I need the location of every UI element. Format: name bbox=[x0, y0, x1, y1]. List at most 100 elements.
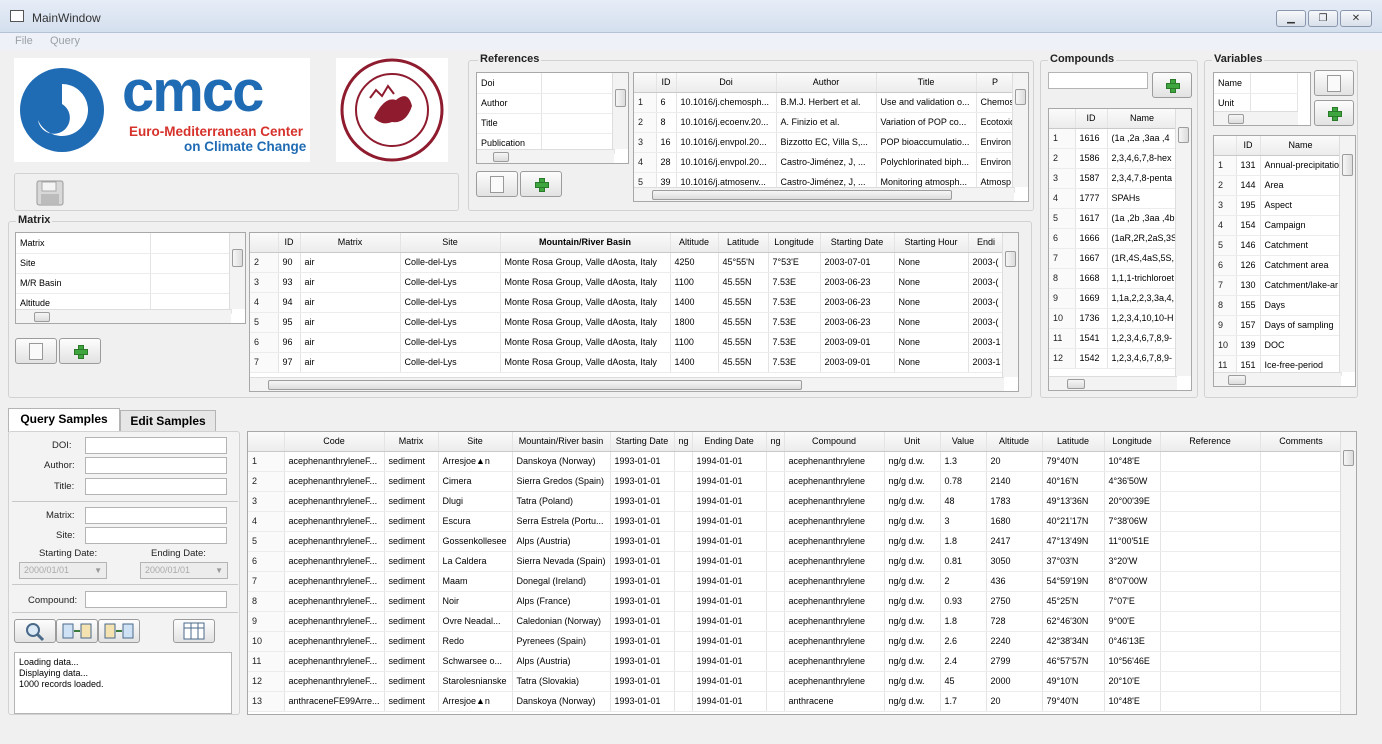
matrix-matrix-input[interactable] bbox=[150, 233, 232, 254]
table-cell[interactable]: 1.7 bbox=[940, 691, 987, 712]
table-cell[interactable] bbox=[766, 691, 785, 712]
row-number[interactable]: 4 bbox=[1214, 215, 1237, 236]
compound-add-button[interactable] bbox=[1152, 72, 1192, 98]
table-cell[interactable]: sediment bbox=[384, 531, 439, 552]
table-cell[interactable] bbox=[1260, 451, 1343, 472]
table-cell[interactable]: Caledonian (Norway) bbox=[512, 611, 611, 632]
table-cell[interactable]: 1994-01-01 bbox=[692, 471, 767, 492]
table-cell[interactable]: 1994-01-01 bbox=[692, 651, 767, 672]
table-cell[interactable]: 20 bbox=[986, 691, 1043, 712]
ref-filter-hscroll[interactable] bbox=[477, 149, 614, 163]
table-cell[interactable]: Monte Rosa Group, Valle dAosta, Italy bbox=[500, 312, 671, 333]
table-cell[interactable]: 40°21'17N bbox=[1042, 511, 1105, 532]
table-cell[interactable]: acephenanthryleneF... bbox=[284, 651, 385, 672]
compound-col-name[interactable]: Name bbox=[1107, 109, 1178, 129]
table-cell[interactable]: Colle-del-Lys bbox=[400, 352, 501, 373]
table-cell[interactable]: SPAHs bbox=[1107, 188, 1178, 209]
table-cell[interactable]: 4250 bbox=[670, 252, 719, 273]
table-cell[interactable]: 1617 bbox=[1075, 208, 1108, 229]
table-cell[interactable]: 0.93 bbox=[940, 591, 987, 612]
table-cell[interactable]: 1994-01-01 bbox=[692, 611, 767, 632]
table-cell[interactable]: 45.55N bbox=[718, 352, 769, 373]
table-cell[interactable]: 6 bbox=[656, 92, 677, 113]
query-matrix-input[interactable] bbox=[85, 507, 227, 524]
row-number[interactable]: 2 bbox=[1049, 148, 1076, 169]
starting-date-picker[interactable]: 2000/01/01 ▼ bbox=[19, 562, 107, 579]
table-cell[interactable] bbox=[1160, 691, 1261, 712]
table-cell[interactable]: 1993-01-01 bbox=[610, 471, 675, 492]
table-cell[interactable]: 131 bbox=[1236, 155, 1261, 176]
table-cell[interactable]: 1587 bbox=[1075, 168, 1108, 189]
table-cell[interactable]: Polychlorinated biph... bbox=[876, 152, 977, 173]
samples-row[interactable]: 13 anthraceneFE99Arre... sediment Arresjoe▲… bbox=[248, 691, 1343, 712]
table-cell[interactable]: 155 bbox=[1236, 295, 1261, 316]
table-cell[interactable]: air bbox=[300, 252, 401, 273]
samples-row[interactable]: 8 acephenanthryleneF... sediment Noir Alps (… bbox=[248, 591, 1343, 612]
matrix-col-basin[interactable]: Mountain/River Basin bbox=[500, 233, 671, 253]
table-cell[interactable] bbox=[1160, 491, 1261, 512]
samples-row[interactable]: 1 acephenanthryleneF... sediment Arresjoe▲n… bbox=[248, 451, 1343, 472]
samples-row[interactable]: 10 acephenanthryleneF... sediment Redo Pyren… bbox=[248, 631, 1343, 652]
table-cell[interactable]: Danskoya (Norway) bbox=[512, 451, 611, 472]
references-table-row[interactable]: 4 28 10.1016/j.envpol.20... Castro-Jiménez,… bbox=[634, 152, 1015, 173]
table-cell[interactable]: 1994-01-01 bbox=[692, 591, 767, 612]
table-cell[interactable]: 1993-01-01 bbox=[610, 551, 675, 572]
samples-row[interactable]: 11 acephenanthryleneF... sediment Schwarsee… bbox=[248, 651, 1343, 672]
table-cell[interactable] bbox=[674, 491, 693, 512]
doi-input[interactable] bbox=[85, 437, 227, 454]
table-cell[interactable]: sediment bbox=[384, 471, 439, 492]
table-cell[interactable]: 10.1016/j.envpol.20... bbox=[676, 152, 777, 173]
row-number[interactable]: 2 bbox=[634, 112, 657, 133]
table-cell[interactable]: ng/g d.w. bbox=[884, 551, 941, 572]
table-cell[interactable] bbox=[1260, 471, 1343, 492]
table-cell[interactable]: 2003-06-23 bbox=[820, 312, 895, 333]
export-table-button[interactable] bbox=[173, 619, 215, 643]
matrix-col-altitude[interactable]: Altitude bbox=[670, 233, 719, 253]
table-cell[interactable]: 2003-1 bbox=[968, 352, 1005, 373]
minimize-button[interactable]: ▁ bbox=[1276, 10, 1306, 27]
variable-col-name[interactable]: Name bbox=[1260, 136, 1342, 156]
row-number[interactable]: 4 bbox=[250, 292, 279, 313]
table-cell[interactable]: 1994-01-01 bbox=[692, 671, 767, 692]
table-cell[interactable]: 7°07'E bbox=[1104, 591, 1161, 612]
row-number[interactable]: 5 bbox=[1214, 235, 1237, 256]
table-cell[interactable]: air bbox=[300, 352, 401, 373]
table-cell[interactable]: 1994-01-01 bbox=[692, 631, 767, 652]
table-cell[interactable] bbox=[1160, 471, 1261, 492]
table-cell[interactable]: 10°48'E bbox=[1104, 451, 1161, 472]
table-cell[interactable]: air bbox=[300, 272, 401, 293]
table-cell[interactable]: 2417 bbox=[986, 531, 1043, 552]
table-cell[interactable]: None bbox=[894, 272, 969, 293]
row-number[interactable]: 8 bbox=[1049, 268, 1076, 289]
samples-row[interactable]: 7 acephenanthryleneF... sediment Maam Donega… bbox=[248, 571, 1343, 592]
table-cell[interactable]: 2140 bbox=[986, 471, 1043, 492]
table-cell[interactable]: POP bioaccumulatio... bbox=[876, 132, 977, 153]
table-cell[interactable]: 7.53E bbox=[768, 332, 821, 353]
samples-row[interactable]: 2 acephenanthryleneF... sediment Cimera Sier… bbox=[248, 471, 1343, 492]
table-cell[interactable]: Maam bbox=[438, 571, 513, 592]
variable-row[interactable]: 4 154 Campaign bbox=[1214, 215, 1342, 236]
row-number[interactable]: 9 bbox=[1049, 288, 1076, 309]
table-cell[interactable]: 2003-07-01 bbox=[820, 252, 895, 273]
table-cell[interactable]: acephenanthryleneF... bbox=[284, 511, 385, 532]
table-cell[interactable]: 2003-( bbox=[968, 292, 1005, 313]
table-cell[interactable]: 0.81 bbox=[940, 551, 987, 572]
matrix-col-start-hour[interactable]: Starting Hour bbox=[894, 233, 969, 253]
row-number[interactable]: 11 bbox=[1049, 328, 1076, 349]
table-cell[interactable]: 1993-01-01 bbox=[610, 591, 675, 612]
table-cell[interactable] bbox=[1160, 531, 1261, 552]
matrix-table-hscroll[interactable] bbox=[250, 377, 1004, 391]
var-unit-input[interactable] bbox=[1250, 93, 1298, 114]
table-cell[interactable]: 49°10'N bbox=[1042, 671, 1105, 692]
menu-query[interactable]: Query bbox=[50, 35, 80, 47]
row-number[interactable]: 5 bbox=[248, 531, 285, 552]
table-cell[interactable]: Chemos bbox=[976, 92, 1015, 113]
table-cell[interactable]: None bbox=[894, 332, 969, 353]
table-cell[interactable]: 1993-01-01 bbox=[610, 611, 675, 632]
table-cell[interactable]: Alps (France) bbox=[512, 591, 611, 612]
compound-row[interactable]: 7 1667 (1R,4S,4aS,5S, bbox=[1049, 248, 1178, 269]
table-cell[interactable]: 1994-01-01 bbox=[692, 491, 767, 512]
row-number[interactable]: 3 bbox=[248, 491, 285, 512]
table-cell[interactable]: acephenanthryleneF... bbox=[284, 551, 385, 572]
samples-row[interactable]: 12 acephenanthryleneF... sediment Starolesn… bbox=[248, 671, 1343, 692]
